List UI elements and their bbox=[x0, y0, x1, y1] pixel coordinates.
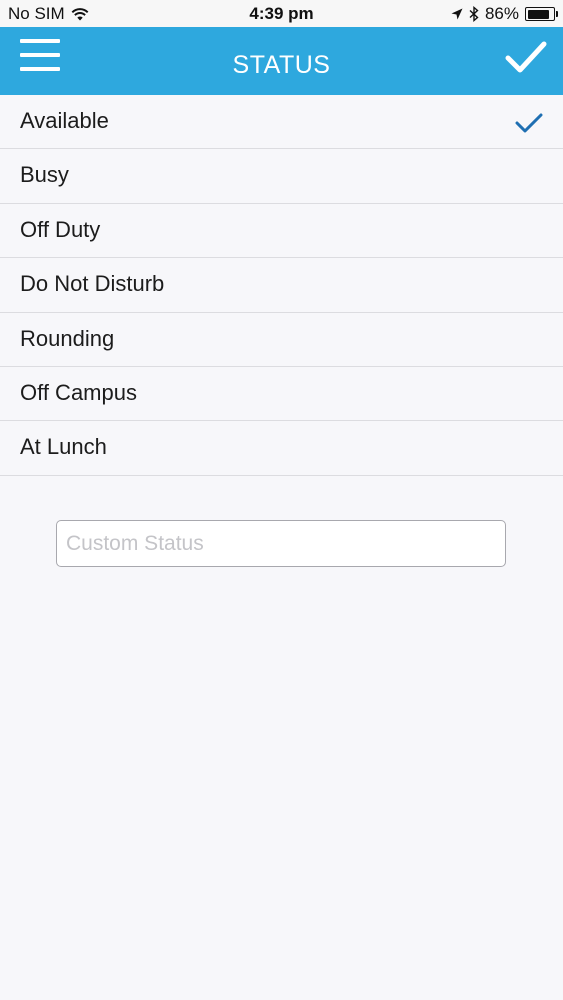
bluetooth-icon bbox=[469, 6, 479, 22]
selected-checkmark-icon bbox=[515, 113, 543, 133]
battery-level bbox=[527, 9, 549, 19]
status-option-label: Rounding bbox=[20, 325, 115, 351]
status-option-label: Off Campus bbox=[20, 379, 137, 405]
status-option[interactable]: Do Not Disturb bbox=[0, 258, 563, 313]
status-option-label: Busy bbox=[20, 162, 69, 188]
status-option-label: Off Duty bbox=[20, 216, 101, 242]
status-bar: No SIM 4:39 pm 86% bbox=[0, 0, 563, 27]
status-option-label: Available bbox=[20, 108, 109, 133]
status-option[interactable]: Off Campus bbox=[0, 366, 563, 422]
status-option-label: Do Not Disturb bbox=[20, 271, 165, 297]
status-option[interactable]: At Lunch bbox=[0, 421, 563, 476]
status-option-label: At Lunch bbox=[20, 434, 107, 460]
location-arrow-icon bbox=[451, 8, 463, 20]
battery-icon bbox=[525, 7, 558, 21]
status-option[interactable]: Off Duty bbox=[0, 203, 563, 259]
custom-status-input[interactable] bbox=[56, 520, 506, 567]
status-option[interactable]: Available bbox=[0, 95, 563, 150]
navigation-bar: STATUS bbox=[0, 27, 563, 95]
page-title: STATUS bbox=[232, 51, 331, 79]
checkmark-icon[interactable] bbox=[505, 41, 547, 75]
status-option[interactable]: Rounding bbox=[0, 312, 563, 367]
battery-percent: 86% bbox=[484, 4, 519, 23]
status-list: Available Busy Off Duty Do Not Disturb Round… bbox=[0, 95, 563, 476]
status-option[interactable]: Busy bbox=[0, 149, 563, 204]
status-bar-right: 86% bbox=[451, 4, 558, 24]
